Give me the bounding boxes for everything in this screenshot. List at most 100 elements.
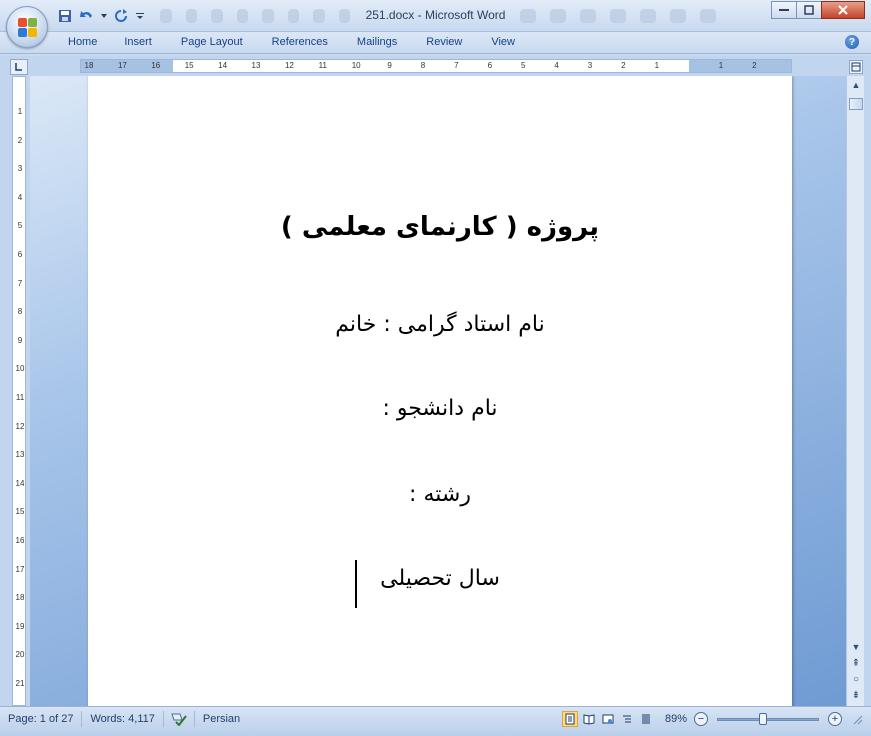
ribbon-tab-bar: Home Insert Page Layout References Maili…	[0, 32, 871, 54]
document-page[interactable]: پروژه ( کارنمای معلمی ) نام استاد گرامی …	[88, 76, 792, 706]
v-ruler-number: 18	[15, 593, 25, 603]
v-ruler-number: 14	[15, 478, 25, 488]
ribbon-tabs: Home Insert Page Layout References Maili…	[68, 36, 515, 48]
status-right: 89% − +	[561, 709, 863, 729]
redo-icon[interactable]	[112, 7, 130, 25]
tab-view[interactable]: View	[491, 36, 515, 48]
h-ruler-number: 14	[218, 61, 228, 70]
h-ruler-number: 1	[654, 61, 660, 70]
page-count[interactable]: Page: 1 of 27	[8, 711, 83, 727]
h-ruler-number: 1	[718, 61, 724, 70]
h-ruler-number: 12	[284, 61, 294, 70]
restore-button[interactable]	[796, 1, 822, 19]
resize-grip-icon[interactable]	[851, 713, 863, 725]
tab-page-layout[interactable]: Page Layout	[181, 36, 243, 48]
text-cursor	[355, 560, 357, 608]
doc-line-academic-year[interactable]: سال تحصیلی	[88, 566, 792, 591]
view-ruler-button[interactable]	[849, 60, 863, 74]
h-ruler-number: 2	[621, 61, 626, 70]
v-ruler-number: 17	[15, 564, 25, 574]
h-ruler-number: 3	[587, 61, 593, 70]
select-browse-object-icon[interactable]: ○	[848, 672, 864, 686]
doc-line-major[interactable]: رشته :	[88, 482, 792, 507]
v-ruler-number: 12	[15, 421, 25, 431]
doc-line-student-name[interactable]: نام دانشجو :	[88, 396, 792, 421]
h-ruler-number: 18	[84, 61, 94, 70]
language-indicator[interactable]: Persian	[195, 711, 248, 727]
tab-home[interactable]: Home	[68, 36, 97, 48]
v-ruler-number: 11	[15, 393, 25, 402]
v-ruler-number: 1	[17, 107, 23, 116]
undo-icon[interactable]	[78, 7, 96, 25]
v-ruler-number: 15	[15, 507, 25, 517]
zoom-slider[interactable]	[717, 712, 819, 725]
v-ruler-number: 13	[15, 450, 25, 460]
window-controls	[771, 1, 865, 19]
customize-toolbar-icon[interactable]	[134, 7, 146, 25]
previous-page-icon[interactable]: ⇞	[848, 656, 864, 670]
zoom-slider-thumb[interactable]	[758, 712, 767, 725]
status-bar: Page: 1 of 27 Words: 4,117 Persian 89% −…	[0, 706, 871, 736]
h-ruler-number: 17	[117, 61, 127, 70]
blurred-toolbar-icons-right	[520, 8, 750, 24]
office-button[interactable]	[6, 6, 48, 48]
h-ruler-number: 7	[454, 61, 459, 70]
blurred-toolbar-icons	[160, 8, 350, 24]
h-ruler-number: 10	[351, 61, 361, 70]
v-ruler-number: 16	[15, 536, 25, 545]
h-ruler-number: 11	[318, 61, 327, 70]
outline-view-icon[interactable]	[619, 711, 635, 727]
tab-selector-button[interactable]	[10, 59, 28, 75]
proofing-icon[interactable]	[164, 711, 195, 727]
undo-dropdown-icon[interactable]	[100, 7, 108, 25]
v-ruler-number: 5	[17, 221, 23, 231]
title-bar: 251.docx - Microsoft Word	[0, 0, 871, 48]
word-count[interactable]: Words: 4,117	[82, 711, 164, 727]
zoom-out-icon[interactable]: −	[694, 712, 708, 726]
doc-line-teacher-name[interactable]: نام استاد گرامی : خانم	[88, 312, 792, 337]
vertical-ruler-area: 1 2 3 4 5 6 7 8 9 10 11 12 13 14 15 16 17 18 19 20 21	[0, 76, 30, 706]
minimize-button[interactable]	[771, 1, 797, 19]
h-ruler-number: 16	[151, 61, 161, 70]
horizontal-ruler-row: 18 17 16 15 14 13 12 11 10 9 8 7 6 5 4 3 2 1 1 2	[0, 56, 871, 76]
v-ruler-number: 3	[17, 164, 23, 174]
vertical-scrollbar[interactable]: ▲ ▼ ⇞ ○ ⇟	[846, 76, 864, 706]
v-ruler-number: 10	[15, 364, 25, 374]
h-ruler-number: 13	[251, 61, 261, 70]
tab-mailings[interactable]: Mailings	[357, 36, 397, 48]
tab-review[interactable]: Review	[426, 36, 462, 48]
zoom-in-icon[interactable]: +	[828, 712, 842, 726]
v-ruler-number: 7	[17, 278, 23, 288]
vertical-ruler[interactable]: 1 2 3 4 5 6 7 8 9 10 11 12 13 14 15 16 17 18 19 20 21	[12, 76, 26, 706]
h-ruler-number: 15	[184, 61, 194, 70]
doc-line-title[interactable]: پروژه ( کارنمای معلمی )	[88, 212, 792, 242]
v-ruler-number: 20	[15, 650, 25, 660]
document-workspace: پروژه ( کارنمای معلمی ) نام استاد گرامی …	[30, 76, 846, 706]
h-ruler-number: 5	[520, 61, 526, 70]
horizontal-ruler[interactable]: 18 17 16 15 14 13 12 11 10 9 8 7 6 5 4 3 2 1 1 2	[80, 59, 792, 73]
scroll-down-arrow-icon[interactable]: ▼	[848, 640, 864, 654]
scroll-up-arrow-icon[interactable]: ▲	[848, 78, 864, 92]
h-ruler-number: 4	[554, 61, 559, 70]
full-screen-reading-view-icon[interactable]	[581, 711, 597, 727]
scroll-thumb[interactable]	[849, 98, 863, 110]
zoom-level[interactable]: 89%	[665, 713, 687, 725]
tab-insert[interactable]: Insert	[124, 36, 152, 48]
window-right-edge	[864, 56, 871, 706]
v-ruler-number: 9	[17, 335, 23, 345]
next-page-icon[interactable]: ⇟	[848, 688, 864, 702]
status-left: Page: 1 of 27 Words: 4,117 Persian	[8, 709, 248, 729]
help-icon[interactable]: ?	[845, 35, 859, 49]
close-button[interactable]	[821, 1, 865, 19]
horizontal-ruler-numbers: 18 17 16 15 14 13 12 11 10 9 8 7 6 5 4 3 2 1 1 2	[81, 60, 791, 72]
quick-access-toolbar	[56, 6, 146, 26]
tab-references[interactable]: References	[272, 36, 328, 48]
save-icon[interactable]	[56, 7, 74, 25]
v-ruler-number: 8	[17, 307, 23, 317]
h-ruler-number: 6	[487, 61, 493, 70]
v-ruler-number: 19	[15, 621, 25, 631]
print-layout-view-icon[interactable]	[561, 711, 578, 727]
v-ruler-number: 2	[17, 135, 23, 145]
web-layout-view-icon[interactable]	[600, 711, 616, 727]
draft-view-icon[interactable]	[638, 711, 654, 727]
